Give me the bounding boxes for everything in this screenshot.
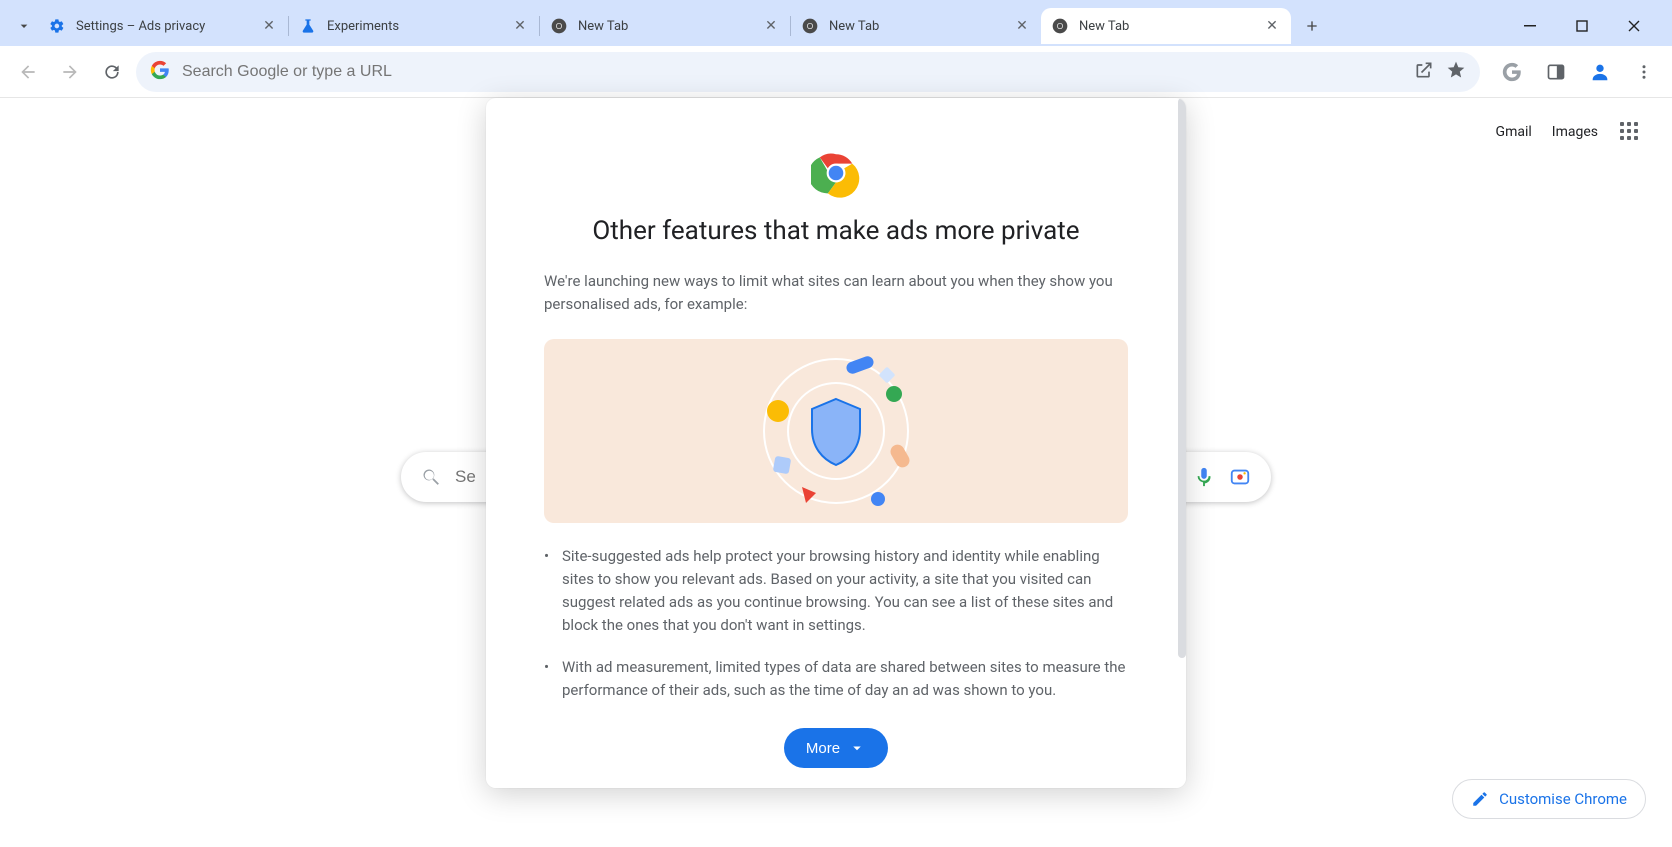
omnibox[interactable] bbox=[136, 52, 1480, 92]
tab-settings-ads-privacy[interactable]: Settings – Ads privacy ✕ bbox=[38, 8, 288, 44]
tab-strip: Settings – Ads privacy ✕ Experiments ✕ N… bbox=[0, 0, 1672, 46]
search-icon bbox=[421, 467, 441, 487]
back-button[interactable] bbox=[10, 54, 46, 90]
close-icon bbox=[1627, 19, 1641, 33]
chrome-icon bbox=[1051, 17, 1069, 35]
maximize-icon bbox=[1576, 20, 1588, 32]
arrow-right-icon bbox=[60, 62, 80, 82]
menu-button[interactable] bbox=[1626, 54, 1662, 90]
reload-icon bbox=[102, 62, 122, 82]
tab-experiments[interactable]: Experiments ✕ bbox=[289, 8, 539, 44]
plus-icon bbox=[1304, 18, 1320, 34]
tab-title: New Tab bbox=[578, 19, 752, 34]
more-button-label: More bbox=[806, 740, 840, 757]
customise-label: Customise Chrome bbox=[1499, 790, 1627, 808]
tab-title: New Tab bbox=[1079, 19, 1253, 34]
close-icon[interactable]: ✕ bbox=[1013, 17, 1031, 35]
bookmark-icon[interactable] bbox=[1446, 60, 1466, 84]
toolbar bbox=[0, 46, 1672, 98]
omnibox-input[interactable] bbox=[182, 63, 1402, 81]
close-icon[interactable]: ✕ bbox=[511, 17, 529, 35]
arrow-left-icon bbox=[18, 62, 38, 82]
modal-bullets: Site-suggested ads help protect your bro… bbox=[544, 545, 1128, 703]
chrome-icon bbox=[550, 17, 568, 35]
google-g-icon bbox=[1502, 62, 1522, 82]
modal-footer: More bbox=[486, 708, 1186, 788]
window-controls bbox=[1510, 10, 1664, 42]
close-window-button[interactable] bbox=[1614, 10, 1654, 42]
close-icon[interactable]: ✕ bbox=[762, 17, 780, 35]
google-apps-button[interactable] bbox=[1494, 54, 1530, 90]
privacy-illustration bbox=[544, 339, 1128, 523]
pencil-icon bbox=[1471, 790, 1489, 808]
images-link[interactable]: Images bbox=[1552, 124, 1598, 140]
tab-title: New Tab bbox=[829, 19, 1003, 34]
voice-search-icon[interactable] bbox=[1193, 466, 1215, 488]
close-icon[interactable]: ✕ bbox=[1263, 17, 1281, 35]
customise-chrome-button[interactable]: Customise Chrome bbox=[1452, 779, 1646, 819]
more-button[interactable]: More bbox=[784, 728, 888, 768]
profile-button[interactable] bbox=[1582, 54, 1618, 90]
chrome-icon bbox=[801, 17, 819, 35]
profile-icon bbox=[1589, 61, 1611, 83]
share-icon[interactable] bbox=[1414, 60, 1434, 84]
chevron-down-icon bbox=[848, 739, 866, 757]
tab-title: Settings – Ads privacy bbox=[76, 19, 250, 34]
top-links: Gmail Images bbox=[1496, 120, 1642, 144]
bullet-site-suggested-ads: Site-suggested ads help protect your bro… bbox=[562, 545, 1128, 638]
modal-intro: We're launching new ways to limit what s… bbox=[544, 270, 1128, 317]
modal-heading: Other features that make ads more privat… bbox=[544, 216, 1128, 246]
bullet-ad-measurement: With ad measurement, limited types of da… bbox=[562, 656, 1128, 703]
chrome-logo-icon bbox=[811, 148, 861, 198]
minimize-icon bbox=[1524, 20, 1536, 32]
tab-title: Experiments bbox=[327, 19, 501, 34]
kebab-icon bbox=[1635, 63, 1653, 81]
tabs-dropdown[interactable] bbox=[10, 12, 38, 40]
google-g-icon bbox=[150, 60, 170, 84]
apps-grid-icon[interactable] bbox=[1618, 120, 1642, 144]
new-tab-button[interactable] bbox=[1297, 11, 1327, 41]
lens-icon[interactable] bbox=[1229, 466, 1251, 488]
side-panel-icon bbox=[1546, 62, 1566, 82]
tab-new-tab[interactable]: New Tab ✕ bbox=[791, 8, 1041, 44]
minimize-button[interactable] bbox=[1510, 10, 1550, 42]
forward-button[interactable] bbox=[52, 54, 88, 90]
side-panel-button[interactable] bbox=[1538, 54, 1574, 90]
gmail-link[interactable]: Gmail bbox=[1496, 124, 1532, 140]
tab-new-tab[interactable]: New Tab ✕ bbox=[540, 8, 790, 44]
flask-icon bbox=[299, 17, 317, 35]
chevron-down-icon bbox=[16, 18, 32, 34]
maximize-button[interactable] bbox=[1562, 10, 1602, 42]
close-icon[interactable]: ✕ bbox=[260, 17, 278, 35]
tab-new-tab-active[interactable]: New Tab ✕ bbox=[1041, 8, 1291, 44]
gear-icon bbox=[48, 17, 66, 35]
ads-privacy-modal: Other features that make ads more privat… bbox=[486, 98, 1186, 788]
reload-button[interactable] bbox=[94, 54, 130, 90]
